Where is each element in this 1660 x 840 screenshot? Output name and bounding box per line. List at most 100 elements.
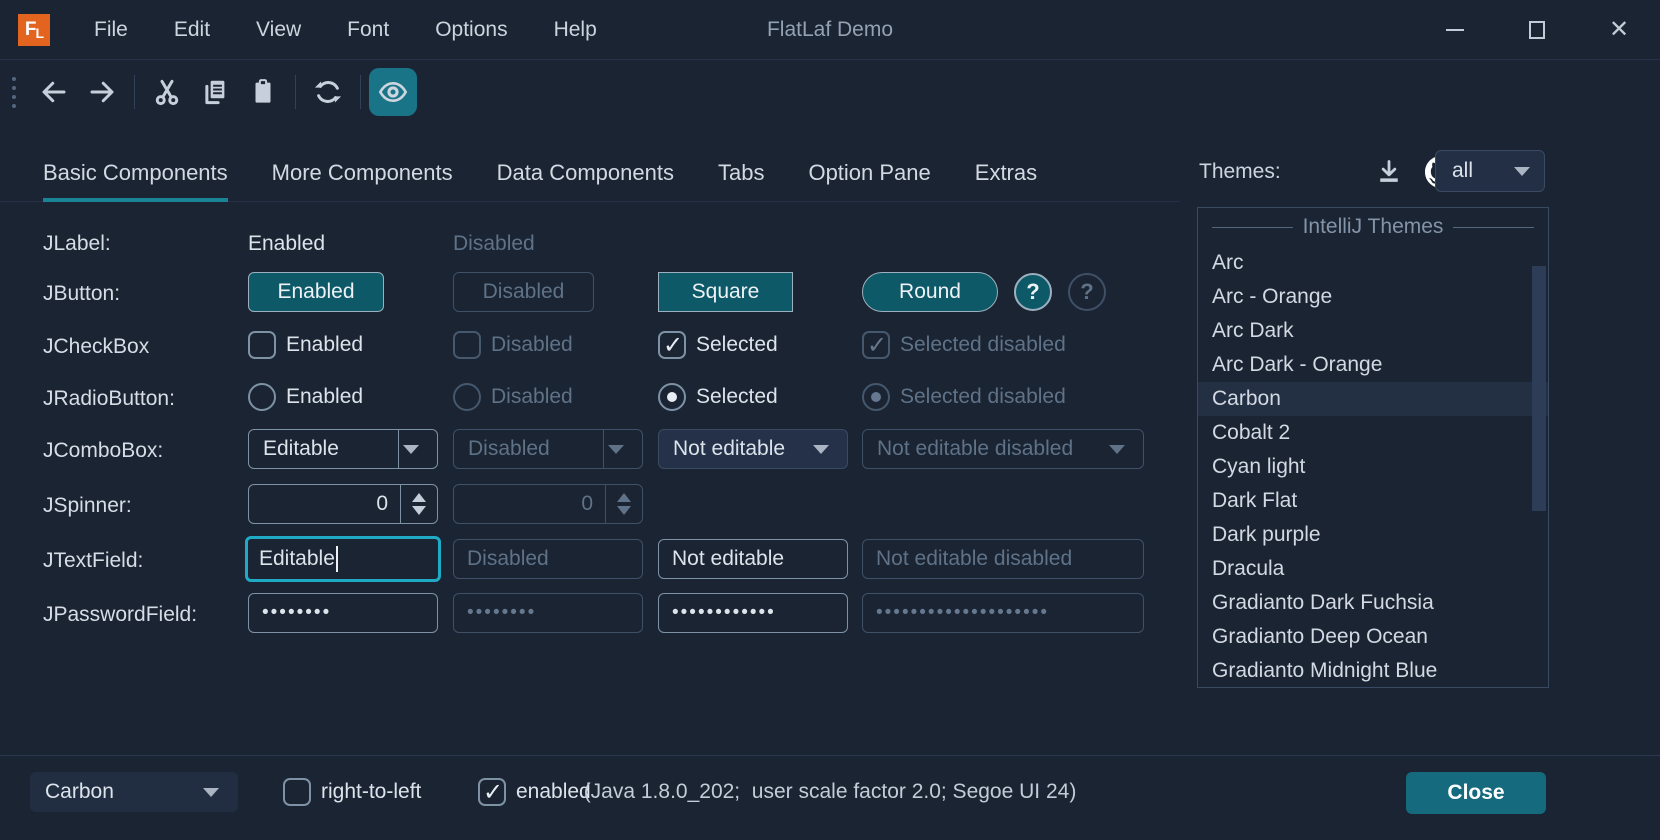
toolbar: [0, 61, 1660, 123]
radio-selected-disabled: Selected disabled: [862, 383, 1066, 411]
theme-item-arc-dark-orange[interactable]: Arc Dark - Orange: [1198, 348, 1548, 382]
menu-file[interactable]: File: [78, 12, 144, 48]
menu-edit[interactable]: Edit: [158, 12, 226, 48]
window-controls: ✕: [1414, 0, 1660, 59]
checkbox-disabled: Disabled: [453, 331, 573, 359]
theme-filter-combobox[interactable]: all: [1435, 150, 1545, 192]
back-button[interactable]: [30, 68, 78, 116]
radio-selected[interactable]: Selected: [658, 383, 778, 411]
chevron-down-icon: [604, 445, 642, 454]
enabled-button[interactable]: Enabled: [248, 272, 384, 312]
checkbox-checked-icon: [862, 331, 890, 359]
textfield-editable[interactable]: Editable: [245, 536, 441, 582]
checkbox-checked-icon: [658, 331, 686, 359]
themes-list-scrollbar[interactable]: [1532, 266, 1546, 511]
tab-basic-components[interactable]: Basic Components: [43, 152, 228, 202]
spinner-down-icon: [617, 506, 631, 515]
combobox-disabled: Disabled: [453, 429, 643, 469]
jlabel-disabled: Disabled: [453, 232, 535, 256]
titlebar: FL File Edit View Font Options Help Flat…: [0, 0, 1660, 60]
theme-item-gradianto-deep-ocean[interactable]: Gradianto Deep Ocean: [1198, 620, 1548, 654]
theme-item-cyan-light[interactable]: Cyan light: [1198, 450, 1548, 484]
maximize-icon: [1529, 21, 1545, 39]
arrow-right-icon: [87, 77, 117, 107]
app-logo-icon: FL: [18, 14, 50, 46]
theme-item-carbon[interactable]: Carbon: [1198, 382, 1548, 416]
bottombar: Carbon right-to-left enabled (Java 1.8.0…: [0, 756, 1660, 840]
maximize-button[interactable]: [1496, 0, 1578, 59]
radio-icon: [248, 383, 276, 411]
theme-filter-value: all: [1436, 159, 1514, 183]
tab-extras[interactable]: Extras: [975, 152, 1037, 202]
menu-options[interactable]: Options: [419, 12, 523, 48]
radio-enabled[interactable]: Enabled: [248, 383, 363, 411]
refresh-icon: [313, 77, 343, 107]
tab-data-components[interactable]: Data Components: [497, 152, 674, 202]
copy-icon: [200, 77, 230, 107]
theme-item-arc-dark[interactable]: Arc Dark: [1198, 314, 1548, 348]
combobox-editable[interactable]: Editable: [248, 429, 438, 469]
radio-checked-icon: [658, 383, 686, 411]
tab-option-pane[interactable]: Option Pane: [808, 152, 930, 202]
theme-item-gradianto-dark-fuchsia[interactable]: Gradianto Dark Fuchsia: [1198, 586, 1548, 620]
menu-view[interactable]: View: [240, 12, 317, 48]
theme-item-dark-flat[interactable]: Dark Flat: [1198, 484, 1548, 518]
round-button[interactable]: Round: [862, 272, 998, 312]
themes-label: Themes:: [1199, 160, 1281, 184]
help-button-disabled: ?: [1068, 273, 1106, 311]
download-themes-button[interactable]: [1369, 152, 1409, 192]
theme-item-arc[interactable]: Arc: [1198, 246, 1548, 280]
menubar: File Edit View Font Options Help: [78, 12, 613, 48]
square-button[interactable]: Square: [658, 272, 793, 312]
spinner-up-icon[interactable]: [412, 493, 426, 502]
checkbox-enabled[interactable]: Enabled: [248, 331, 363, 359]
theme-item-arc-orange[interactable]: Arc - Orange: [1198, 280, 1548, 314]
minimize-button[interactable]: [1414, 0, 1496, 59]
textfield-not-editable[interactable]: Not editable: [658, 539, 848, 579]
chevron-down-icon: [1514, 167, 1530, 176]
chevron-down-icon: [1105, 445, 1143, 454]
chevron-down-icon[interactable]: [399, 445, 437, 454]
arrow-left-icon: [39, 77, 69, 107]
download-icon: [1375, 158, 1403, 186]
checkbox-icon: [248, 331, 276, 359]
disabled-button: Disabled: [453, 272, 594, 312]
tab-more-components[interactable]: More Components: [272, 152, 453, 202]
toolbar-grip-handle[interactable]: [12, 77, 16, 108]
jradiobutton-row-label: JRadioButton:: [43, 387, 175, 411]
jpasswordfield-row-label: JPasswordField:: [43, 603, 197, 627]
passwordfield-not-editable[interactable]: ••••••••••••: [658, 593, 848, 633]
refresh-button[interactable]: [304, 68, 352, 116]
passwordfield-editable[interactable]: ••••••••: [248, 593, 438, 633]
clipboard-icon: [248, 77, 278, 107]
spinner-down-icon[interactable]: [412, 506, 426, 515]
theme-item-gradianto-midnight-blue[interactable]: Gradianto Midnight Blue: [1198, 654, 1548, 688]
cut-button[interactable]: [143, 68, 191, 116]
jcombobox-row-label: JComboBox:: [43, 439, 163, 463]
help-button[interactable]: ?: [1014, 273, 1052, 311]
forward-button[interactable]: [78, 68, 126, 116]
theme-item-cobalt-2[interactable]: Cobalt 2: [1198, 416, 1548, 450]
tab-tabs[interactable]: Tabs: [718, 152, 764, 202]
close-button[interactable]: Close: [1406, 772, 1546, 814]
chevron-down-icon[interactable]: [809, 445, 847, 454]
textfield-disabled: Disabled: [453, 539, 643, 579]
combobox-not-editable[interactable]: Not editable: [658, 429, 848, 469]
menu-help[interactable]: Help: [538, 12, 613, 48]
themes-group-title: IntelliJ Themes: [1303, 215, 1444, 239]
spinner-enabled[interactable]: 0: [248, 484, 438, 524]
theme-item-dark-purple[interactable]: Dark purple: [1198, 518, 1548, 552]
checkbox-selected[interactable]: Selected: [658, 331, 778, 359]
spinner-disabled: 0: [453, 484, 643, 524]
flatlaf-demo-window: FL File Edit View Font Options Help Flat…: [0, 0, 1660, 840]
copy-button[interactable]: [191, 68, 239, 116]
passwordfield-not-editable-disabled: ••••••••••••••••••••: [862, 593, 1144, 633]
menu-font[interactable]: Font: [331, 12, 405, 48]
checkbox-icon: [453, 331, 481, 359]
close-icon: ✕: [1609, 18, 1629, 42]
show-hidden-toggle-button[interactable]: [369, 68, 417, 116]
theme-item-dracula[interactable]: Dracula: [1198, 552, 1548, 586]
paste-button[interactable]: [239, 68, 287, 116]
tabbar: Basic Components More Components Data Co…: [43, 152, 1037, 202]
close-window-button[interactable]: ✕: [1578, 0, 1660, 59]
